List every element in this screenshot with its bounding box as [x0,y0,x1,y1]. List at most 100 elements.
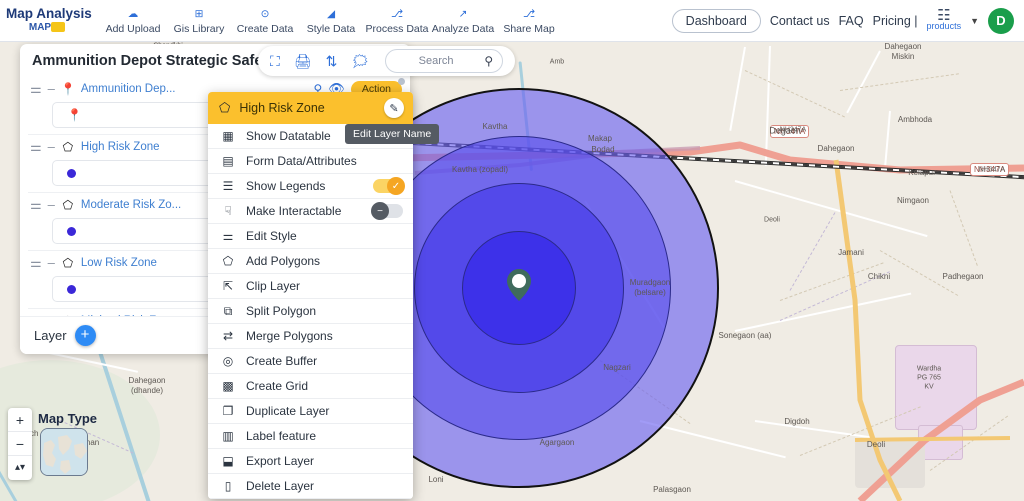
add-layer-button[interactable]: + [74,325,96,346]
fullscreen-icon[interactable]: ⛶ [270,54,280,68]
dashed-track [839,73,959,91]
toggle-knob: ✓ [387,177,405,195]
nav-item-create-data[interactable]: ⊙ Create Data [232,6,298,36]
drag-handle-icon[interactable]: ⚌ [30,256,42,269]
menu-item-add-polygons[interactable]: ⬠ Add Polygons [208,249,413,274]
ammunition-depot-pin-icon[interactable] [507,269,531,301]
avatar[interactable]: D [988,7,1014,34]
nav-item-label: Analyze Data [431,22,495,35]
map-place-label: Loni [428,475,444,484]
brand-logo[interactable]: Map Analysis MAPOG [0,7,100,34]
page-title: Ammunition Depot Strategic Safety [32,53,276,69]
trash-icon: ▯ [224,479,232,493]
menu-item-create-grid[interactable]: ▩ Create Grid [208,374,413,399]
highway-shield: NH347A [770,125,810,138]
menu-item-duplicate-layer[interactable]: ❐ Duplicate Layer [208,399,413,424]
map-pin-icon: 📍 [60,82,76,96]
menu-item-show-legends[interactable]: ☰ Show Legends ✓ [208,174,413,199]
map-place-label: Jamani [838,248,864,257]
compare-icon[interactable]: ⇅ [326,54,338,68]
menu-item-export-layer[interactable]: ⬓ Export Layer [208,449,413,474]
search-icon[interactable]: ⚲ [484,54,493,68]
nav-item-analyze-data[interactable]: ↗ Analyze Data [430,6,496,36]
nav-item-add-upload[interactable]: ☁ Add Upload [100,6,166,36]
legend-dot-icon [67,284,76,294]
menu-item-edit-style[interactable]: ⚌ Edit Style [208,224,413,249]
context-menu-items: ▦ Show Datatable ▤ Form Data/Attributes ☰ Sho… [208,124,413,499]
menu-item-make-interactable[interactable]: ☟ Make Interactable − [208,199,413,224]
menu-item-form-data-attributes[interactable]: ▤ Form Data/Attributes [208,149,413,174]
collapse-icon[interactable]: – [48,198,55,211]
show-legends-toggle[interactable]: ✓ [373,177,405,195]
context-menu-title: High Risk Zone [239,101,325,115]
drag-handle-icon[interactable]: ⚌ [30,140,42,153]
legend-dot-icon [67,168,76,178]
map-place-label: Nimgaon [896,196,930,205]
collapse-icon[interactable]: – [48,256,55,269]
legend-pin-icon: 📍 [67,108,82,122]
menu-item-split-polygon[interactable]: ⧉ Split Polygon [208,299,413,324]
print-icon[interactable]: 🖨 [294,54,312,68]
menu-item-create-buffer[interactable]: ◎ Create Buffer [208,349,413,374]
polygon-icon: ⬠ [219,100,231,115]
dashboard-button[interactable]: Dashboard [671,8,761,33]
nav-item-share-map[interactable]: ⎇ Share Map [496,6,562,36]
nav-item-process-data[interactable]: ⎇ Process Data [364,6,430,36]
grid-icon: ▩ [222,379,234,393]
toggle-knob: − [371,202,389,220]
products-menu[interactable]: ☷ products [927,8,962,32]
library-add-icon: ⊞ [194,7,204,20]
clip-icon: ⇱ [222,279,234,293]
header-nav: ☁ Add Upload ⊞ Gis Library ⊙ Create Data ◢ Styl… [100,6,562,36]
nav-item-style-data[interactable]: ◢ Style Data [298,6,364,36]
pricing-link[interactable]: Pricing | [873,14,918,28]
map-pin-icon: ⊙ [260,7,270,20]
polygon-icon: ⬠ [62,256,74,270]
sliders-icon: ⚌ [222,229,234,243]
legend-dot-icon [67,226,76,236]
menu-item-label: Merge Polygons [246,329,333,343]
polygon-icon: ⬠ [62,198,74,212]
zoom-in-button[interactable]: + [8,408,32,432]
header-right: Dashboard Contact us FAQ Pricing | ☷ pro… [671,7,1024,34]
menu-item-label: Delete Layer [246,479,315,493]
compass-icon[interactable]: ▴▾ [8,456,32,480]
list-icon: ☰ [222,179,234,193]
menu-item-clip-layer[interactable]: ⇱ Clip Layer [208,274,413,299]
collapse-icon[interactable]: – [48,140,55,153]
action-badge [398,77,405,85]
drag-handle-icon[interactable]: ⚌ [30,82,42,95]
menu-item-label: Duplicate Layer [246,404,330,418]
dashed-track [744,70,845,118]
admin-boundary [789,212,836,291]
contact-us-link[interactable]: Contact us [770,14,830,28]
menu-item-label-feature[interactable]: ▥ Label feature [208,424,413,449]
map-toolbar: ⛶ 🖨 ⇅ 🗯 ⚲ [258,46,516,76]
collapse-icon[interactable]: – [48,82,55,95]
map-type-thumbnail[interactable] [40,428,88,476]
chevron-down-icon[interactable]: ▼ [970,16,979,26]
share-icon: ⎇ [522,7,536,20]
map-powerplant-area [895,345,977,430]
search-input[interactable] [395,55,478,67]
menu-item-merge-polygons[interactable]: ⇄ Merge Polygons [208,324,413,349]
zoom-out-button[interactable]: − [8,432,32,456]
dashed-track [879,250,959,296]
edit-layer-name-button[interactable]: ✎ [384,98,404,118]
menu-item-label: Label feature [246,429,317,443]
make-interactable-toggle[interactable]: − [371,202,403,220]
nav-item-gis-library[interactable]: ⊞ Gis Library [166,6,232,36]
minor-road [754,420,874,439]
brand-subtitle: MAPOG [28,22,66,33]
comment-icon[interactable]: 🗯 [351,54,369,68]
faq-link[interactable]: FAQ [839,14,864,28]
nav-item-label: Process Data [365,22,429,35]
drag-handle-icon[interactable]: ⚌ [30,198,42,211]
map-place-label: Ambhoda [897,115,933,124]
map-place-label: Sonegaon (aa) [718,331,772,340]
search-box[interactable]: ⚲ [385,49,504,73]
brand-title: Map Analysis [6,6,92,21]
menu-item-delete-layer[interactable]: ▯ Delete Layer [208,474,413,499]
map-place-label: Dahegaon Miskin [884,42,922,61]
layer-footer-label: Layer [34,328,67,343]
